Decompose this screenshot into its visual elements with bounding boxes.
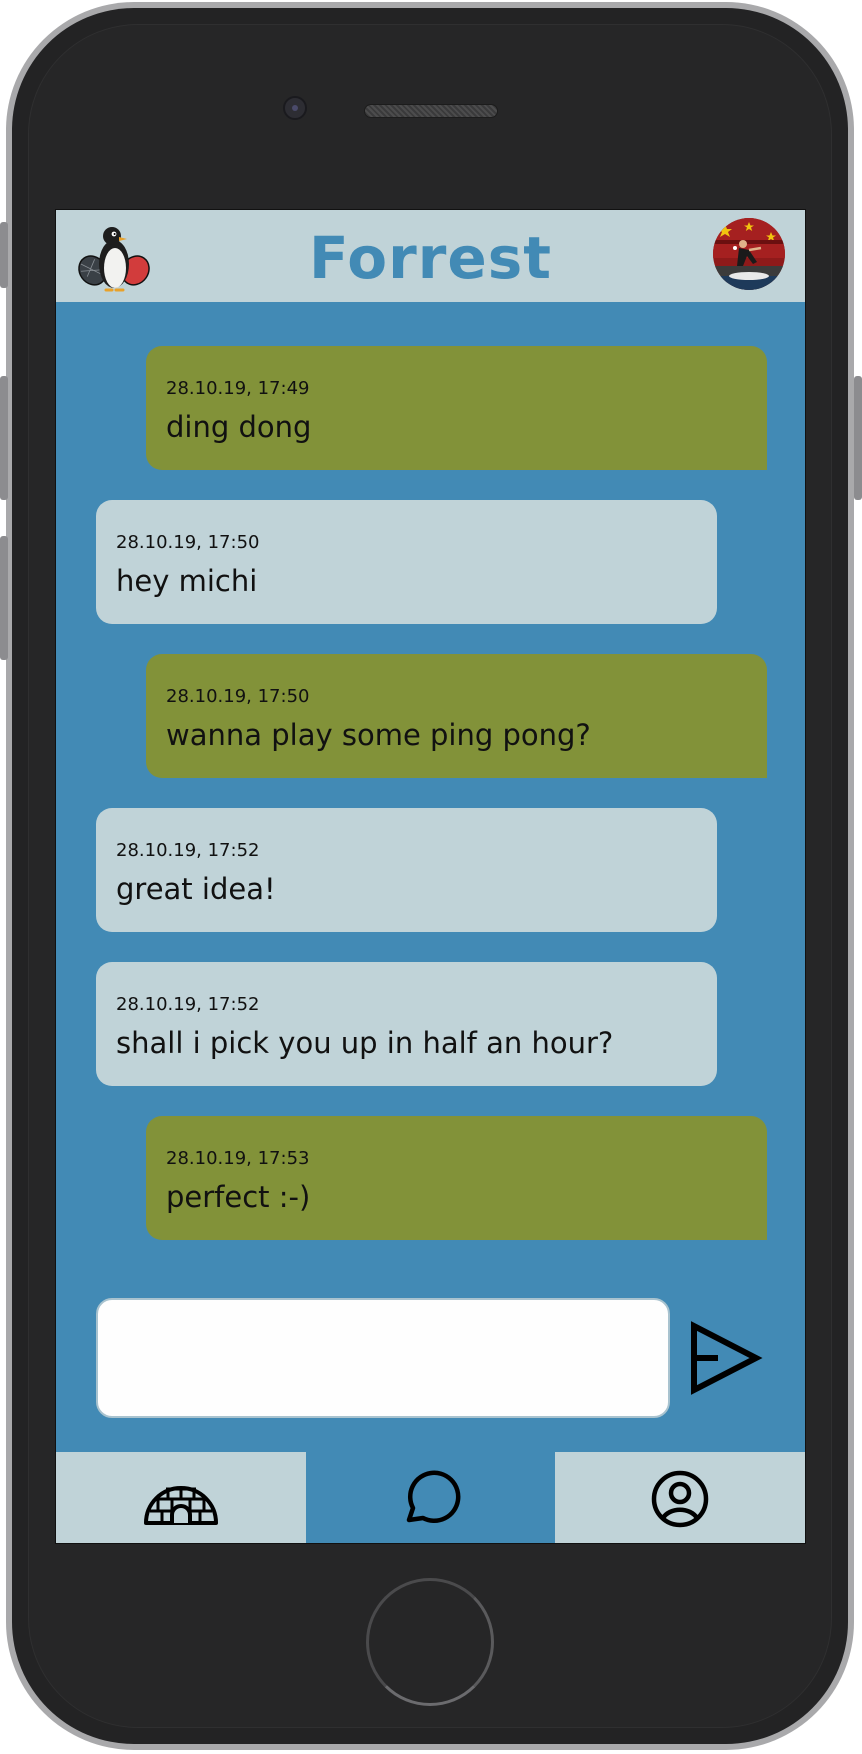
message-bubble-outgoing[interactable]: 28.10.19, 17:49 ding dong: [146, 346, 767, 470]
send-button[interactable]: [684, 1320, 764, 1396]
message-bubble-incoming[interactable]: 28.10.19, 17:50 hey michi: [96, 500, 717, 624]
message-text: hey michi: [116, 564, 258, 598]
bottom-nav: [56, 1452, 805, 1543]
message-timestamp: 28.10.19, 17:53: [166, 1148, 310, 1169]
phone-volume-up-button: [0, 376, 8, 500]
phone-silent-switch: [0, 222, 8, 288]
message-text: great idea!: [116, 872, 276, 906]
message-bubble-outgoing[interactable]: 28.10.19, 17:53 perfect :-): [146, 1116, 767, 1240]
phone-volume-down-button: [0, 536, 8, 660]
message-bubble-incoming[interactable]: 28.10.19, 17:52 great idea!: [96, 808, 717, 932]
message-timestamp: 28.10.19, 17:52: [116, 840, 260, 861]
app-header: Forrest: [56, 210, 805, 302]
earpiece-speaker: [364, 104, 498, 118]
home-button[interactable]: [366, 1578, 494, 1706]
front-camera: [283, 96, 307, 120]
page-title: Forrest: [309, 224, 552, 292]
message-timestamp: 28.10.19, 17:52: [116, 994, 260, 1015]
nav-item-chat[interactable]: [305, 1452, 556, 1543]
message-timestamp: 28.10.19, 17:49: [166, 378, 310, 399]
chat-bubble-icon: [406, 1470, 460, 1523]
phone-power-button: [854, 376, 862, 500]
message-timestamp: 28.10.19, 17:50: [166, 686, 310, 707]
message-text: wanna play some ping pong?: [166, 718, 591, 752]
igloo-icon: [143, 1485, 218, 1525]
message-text: shall i pick you up in half an hour?: [116, 1026, 614, 1060]
nav-item-profile[interactable]: [555, 1452, 805, 1543]
message-text: perfect :-): [166, 1180, 311, 1214]
user-avatar[interactable]: [713, 218, 785, 290]
message-timestamp: 28.10.19, 17:50: [116, 532, 260, 553]
user-profile-icon: [651, 1470, 709, 1527]
send-arrow-icon: [691, 1321, 763, 1395]
message-bubble-outgoing[interactable]: 28.10.19, 17:50 wanna play some ping pon…: [146, 654, 767, 778]
nav-item-home[interactable]: [56, 1452, 306, 1543]
message-text: ding dong: [166, 410, 312, 444]
message-bubble-incoming[interactable]: 28.10.19, 17:52 shall i pick you up in h…: [96, 962, 717, 1086]
message-input[interactable]: [96, 1298, 670, 1418]
app-screen: Forrest 28.10.19, 17:49 ding dong 28.10.…: [55, 209, 806, 1544]
